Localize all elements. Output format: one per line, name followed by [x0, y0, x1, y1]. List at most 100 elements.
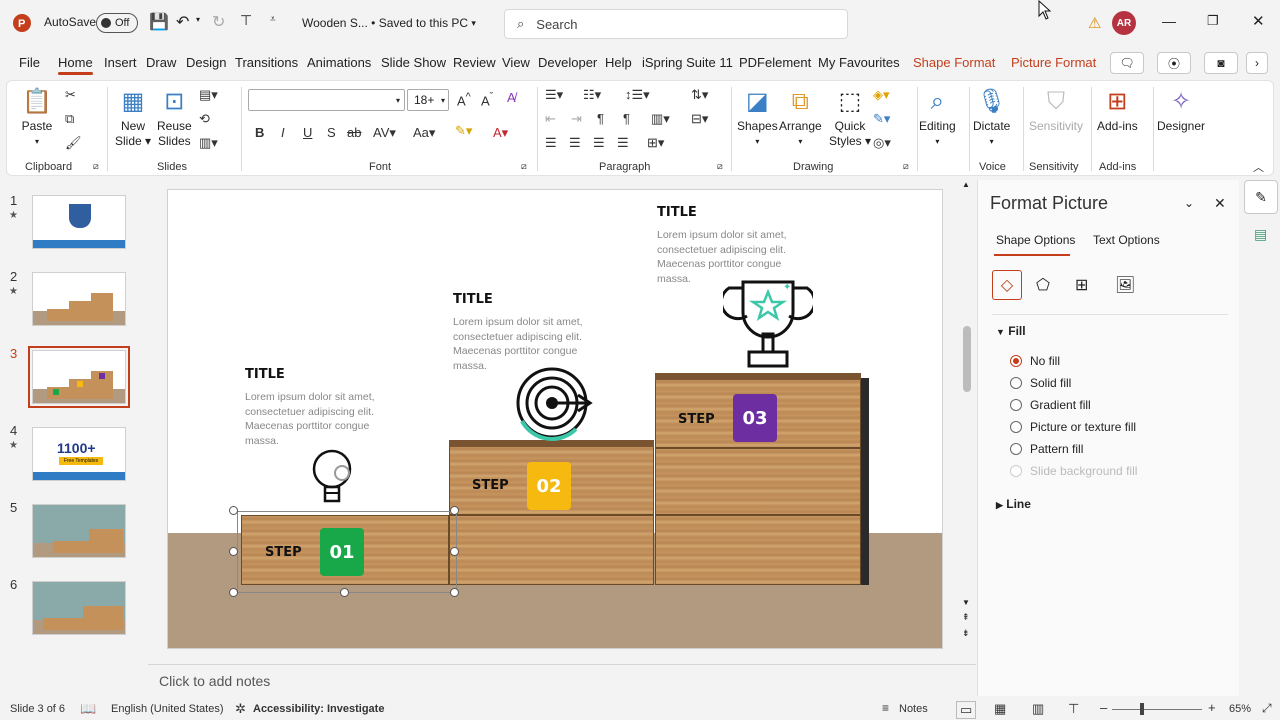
designer-button[interactable]: ✧ Designer: [1157, 85, 1205, 134]
dialog-launcher-icon[interactable]: ⧄: [521, 161, 527, 172]
format-painter-icon[interactable]: 🖌: [65, 135, 82, 151]
resize-handle[interactable]: [450, 506, 459, 515]
bold-icon[interactable]: B: [255, 125, 264, 140]
reuse-slides-button[interactable]: ⊡ Reuse Slides: [157, 85, 192, 149]
tab-help[interactable]: Help: [605, 55, 632, 70]
size-properties-icon[interactable]: ⊞: [1075, 275, 1088, 295]
solid-fill-option[interactable]: Solid fill: [1010, 376, 1071, 390]
shape-outline-icon[interactable]: ✎▾: [873, 111, 890, 127]
resize-handle[interactable]: [229, 588, 238, 597]
bullets-icon[interactable]: ☰▾: [545, 87, 563, 103]
pane-options-chevron-icon[interactable]: ⌄: [1184, 196, 1194, 210]
tab-design[interactable]: Design: [186, 55, 226, 70]
resize-handle[interactable]: [229, 547, 238, 556]
close-icon[interactable]: ✕: [1252, 12, 1265, 30]
comments-button[interactable]: 🗨: [1110, 52, 1144, 74]
record-button[interactable]: ⦿: [1157, 52, 1191, 74]
radio-button[interactable]: [1010, 443, 1022, 455]
tab-view[interactable]: View: [502, 55, 530, 70]
zoom-level[interactable]: 65%: [1229, 703, 1251, 715]
fill-section-header[interactable]: ▼ Fill: [996, 324, 1026, 338]
tab-insert[interactable]: Insert: [104, 55, 137, 70]
tab-transitions[interactable]: Transitions: [235, 55, 298, 70]
fit-to-window-icon[interactable]: ⤢: [1262, 701, 1272, 716]
dialog-launcher-icon[interactable]: ⧄: [903, 161, 909, 172]
fill-line-icon[interactable]: ◇: [992, 270, 1022, 300]
tab-slide-show[interactable]: Slide Show: [381, 55, 446, 70]
dictate-button[interactable]: 🎙 Dictate ▾: [973, 85, 1010, 149]
pane-close-icon[interactable]: ✕: [1214, 195, 1226, 212]
customize-qat-icon[interactable]: ⩡: [270, 14, 276, 25]
radio-button[interactable]: [1010, 377, 1022, 389]
tab-text-options[interactable]: Text Options: [1093, 233, 1160, 247]
accessibility-status[interactable]: Accessibility: Investigate: [253, 703, 384, 715]
slideshow-icon[interactable]: ⊤: [1068, 701, 1079, 717]
collapse-ribbon-icon[interactable]: ︿: [1253, 159, 1264, 175]
smartart-icon[interactable]: ⊞▾: [647, 135, 664, 151]
minimize-icon[interactable]: —: [1162, 13, 1176, 29]
slide-thumbnail-3[interactable]: [28, 346, 130, 408]
undo-dropdown-icon[interactable]: ▾: [196, 15, 200, 24]
tab-file[interactable]: File: [19, 55, 40, 70]
rtl-icon[interactable]: ¶: [597, 111, 604, 126]
avatar[interactable]: AR: [1112, 11, 1136, 35]
new-slide-button[interactable]: ▦ New Slide ▾: [115, 85, 151, 149]
align-text-icon[interactable]: ⊟▾: [691, 111, 708, 127]
arrange-button[interactable]: ⧉ Arrange ▾: [779, 85, 822, 149]
picture-texture-fill-option[interactable]: Picture or texture fill: [1010, 420, 1136, 434]
tab-review[interactable]: Review: [453, 55, 496, 70]
font-size-field[interactable]: 18+ ▾: [407, 89, 449, 111]
line-spacing-icon[interactable]: ↕☰▾: [625, 87, 650, 103]
format-pane-toggle-icon[interactable]: ✎: [1244, 180, 1278, 214]
maximize-icon[interactable]: ❐: [1207, 13, 1219, 29]
addins-button[interactable]: ⊞ Add-ins: [1097, 85, 1138, 134]
effects-icon[interactable]: ⬠: [1036, 275, 1050, 295]
editing-button[interactable]: ⌕ Editing ▾: [919, 85, 956, 149]
tab-shape-format[interactable]: Shape Format: [913, 55, 995, 70]
dialog-launcher-icon[interactable]: ⧄: [717, 161, 723, 172]
present-button[interactable]: ◙: [1204, 52, 1238, 74]
tab-developer[interactable]: Developer: [538, 55, 597, 70]
zoom-in-icon[interactable]: +: [1208, 700, 1216, 715]
pattern-fill-option[interactable]: Pattern fill: [1010, 442, 1083, 456]
zoom-slider-thumb[interactable]: [1140, 703, 1144, 715]
notes-button[interactable]: Notes: [899, 703, 928, 715]
warning-icon[interactable]: ⚠: [1088, 14, 1101, 32]
redo-icon[interactable]: ↻: [212, 12, 225, 32]
normal-view-icon[interactable]: ▭: [956, 701, 977, 719]
dialog-launcher-icon[interactable]: ⧄: [93, 161, 99, 172]
picture-icon[interactable]: 🖼: [1115, 275, 1135, 295]
radio-button[interactable]: [1010, 399, 1022, 411]
scroll-down-icon[interactable]: ▼: [962, 598, 970, 607]
text-direction-icon[interactable]: ⇅▾: [691, 87, 708, 103]
gradient-fill-option[interactable]: Gradient fill: [1010, 398, 1091, 412]
italic-icon[interactable]: I: [281, 125, 285, 140]
autosave-toggle[interactable]: Off: [96, 13, 138, 33]
shadow-icon[interactable]: S: [327, 125, 336, 140]
tab-ispring[interactable]: iSpring Suite 11: [642, 55, 733, 70]
paste-button[interactable]: 📋 Paste ▾: [21, 85, 53, 149]
wood-block-3-bottom[interactable]: [655, 515, 861, 585]
layout-icon[interactable]: ▤▾: [199, 87, 218, 103]
spell-check-icon[interactable]: 📖: [80, 701, 96, 717]
copy-icon[interactable]: ⧉: [65, 111, 74, 127]
decrease-indent-icon[interactable]: ⇤: [545, 111, 556, 127]
body-text-1[interactable]: Lorem ipsum dolor sit amet, consectetuer…: [245, 390, 395, 448]
tab-draw[interactable]: Draw: [146, 55, 176, 70]
notes-icon[interactable]: ≡: [882, 701, 889, 715]
quick-styles-button[interactable]: ⬚ Quick Styles ▾: [829, 85, 871, 149]
search-box[interactable]: ⌕ Search: [504, 9, 848, 39]
tab-shape-options[interactable]: Shape Options: [996, 233, 1075, 247]
strikethrough-icon[interactable]: ab: [347, 125, 361, 140]
shrink-font-icon[interactable]: Aˇ: [481, 91, 493, 108]
present-icon[interactable]: ⊤: [240, 12, 252, 29]
sensitivity-button[interactable]: ⛉ Sensitivity: [1029, 85, 1083, 134]
clear-formatting-icon[interactable]: A̸: [507, 90, 516, 105]
slide-thumbnail-5[interactable]: [32, 504, 126, 558]
wood-block-3-middle[interactable]: [655, 448, 861, 515]
font-color-icon[interactable]: A▾: [493, 125, 508, 141]
grow-font-icon[interactable]: A^: [457, 91, 471, 108]
tab-my-favourites[interactable]: My Favourites: [818, 55, 900, 70]
zoom-out-icon[interactable]: –: [1100, 700, 1107, 715]
reset-icon[interactable]: ⟲: [199, 111, 210, 127]
